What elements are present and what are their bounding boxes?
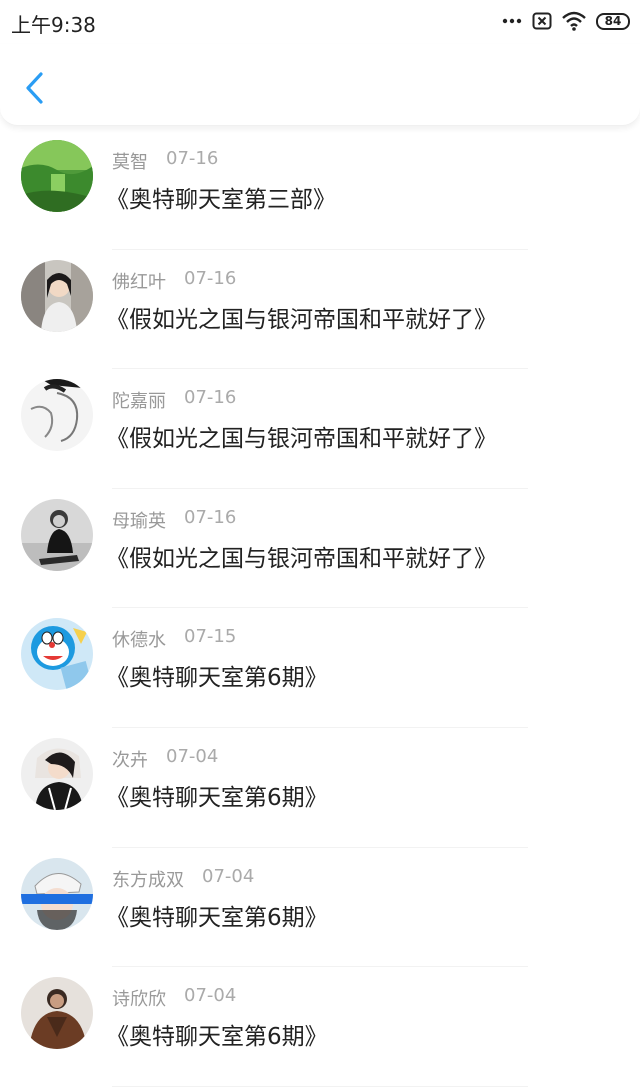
back-button[interactable] — [18, 70, 50, 110]
item-date: 07-04 — [166, 745, 219, 767]
item-date: 07-16 — [166, 148, 219, 169]
avatar[interactable] — [21, 977, 93, 1050]
item-meta: 佛红叶 07-16 — [112, 268, 236, 294]
item-title: 《假如光之国与银河帝国和平就好了》 — [106, 426, 497, 453]
status-time: 上午9:38 — [11, 13, 96, 37]
item-title: 《奥特聊天室第6期》 — [106, 904, 328, 931]
battery-level: 84 — [596, 12, 630, 30]
list-item[interactable]: 休德水 07-15 《奥特聊天室第6期》 — [0, 608, 640, 728]
user-name: 东方成双 — [112, 869, 184, 891]
avatar[interactable] — [21, 379, 93, 452]
item-title: 《假如光之国与银河帝国和平就好了》 — [106, 306, 497, 333]
battery-icon: 84 — [596, 12, 630, 30]
item-meta: 诗欣欣 07-04 — [112, 985, 236, 1011]
close-box-icon — [532, 12, 552, 30]
user-name: 莫智 — [112, 152, 148, 173]
status-bar: 上午9:38 84 — [0, 0, 640, 44]
item-meta: 休德水 07-15 — [112, 626, 236, 652]
item-title: 《奥特聊天室第三部》 — [106, 187, 336, 213]
item-meta: 陀嘉丽 07-16 — [112, 387, 236, 413]
item-date: 07-16 — [184, 387, 237, 409]
item-title: 《奥特聊天室第6期》 — [106, 665, 328, 692]
list-item[interactable]: 母瑜英 07-16 《假如光之国与银河帝国和平就好了》 — [0, 489, 640, 609]
navigation-bar — [0, 44, 640, 126]
item-title: 《奥特聊天室第6期》 — [106, 1024, 328, 1051]
message-list: 莫智 07-16 《奥特聊天室第三部》 佛红叶 07-16 《假如光之国与银河帝… — [0, 130, 640, 1087]
avatar[interactable] — [21, 498, 93, 571]
item-date: 07-15 — [184, 626, 237, 648]
user-name: 佛红叶 — [112, 271, 166, 293]
item-date: 07-04 — [202, 865, 255, 887]
list-item[interactable]: 莫智 07-16 《奥特聊天室第三部》 — [0, 130, 640, 250]
chevron-left-icon — [23, 71, 45, 109]
wifi-icon — [562, 11, 586, 31]
user-name: 休德水 — [112, 630, 166, 652]
item-meta: 莫智 07-16 — [112, 148, 218, 174]
item-meta: 次卉 07-04 — [112, 746, 218, 772]
item-title: 《假如光之国与银河帝国和平就好了》 — [106, 545, 497, 572]
item-title: 《奥特聊天室第6期》 — [106, 784, 328, 811]
list-item[interactable]: 诗欣欣 07-04 《奥特聊天室第6期》 — [0, 967, 640, 1087]
avatar[interactable] — [21, 857, 93, 930]
user-name: 陀嘉丽 — [112, 391, 166, 413]
avatar[interactable] — [21, 140, 93, 212]
item-date: 07-04 — [184, 985, 237, 1007]
list-item[interactable]: 次卉 07-04 《奥特聊天室第6期》 — [0, 728, 640, 848]
user-name: 诗欣欣 — [112, 989, 166, 1011]
avatar[interactable] — [21, 737, 93, 810]
avatar[interactable] — [21, 259, 93, 332]
list-item[interactable]: 东方成双 07-04 《奥特聊天室第6期》 — [0, 848, 640, 968]
item-date: 07-16 — [184, 267, 237, 289]
user-name: 母瑜英 — [112, 510, 166, 532]
status-icons: 84 — [502, 10, 630, 32]
item-date: 07-16 — [184, 506, 237, 528]
list-item[interactable]: 陀嘉丽 07-16 《假如光之国与银河帝国和平就好了》 — [0, 369, 640, 489]
list-item[interactable]: 佛红叶 07-16 《假如光之国与银河帝国和平就好了》 — [0, 250, 640, 370]
more-dots-icon — [502, 18, 522, 24]
item-meta: 东方成双 07-04 — [112, 866, 254, 892]
user-name: 次卉 — [112, 749, 148, 771]
avatar[interactable] — [21, 618, 93, 691]
item-meta: 母瑜英 07-16 — [112, 507, 236, 533]
